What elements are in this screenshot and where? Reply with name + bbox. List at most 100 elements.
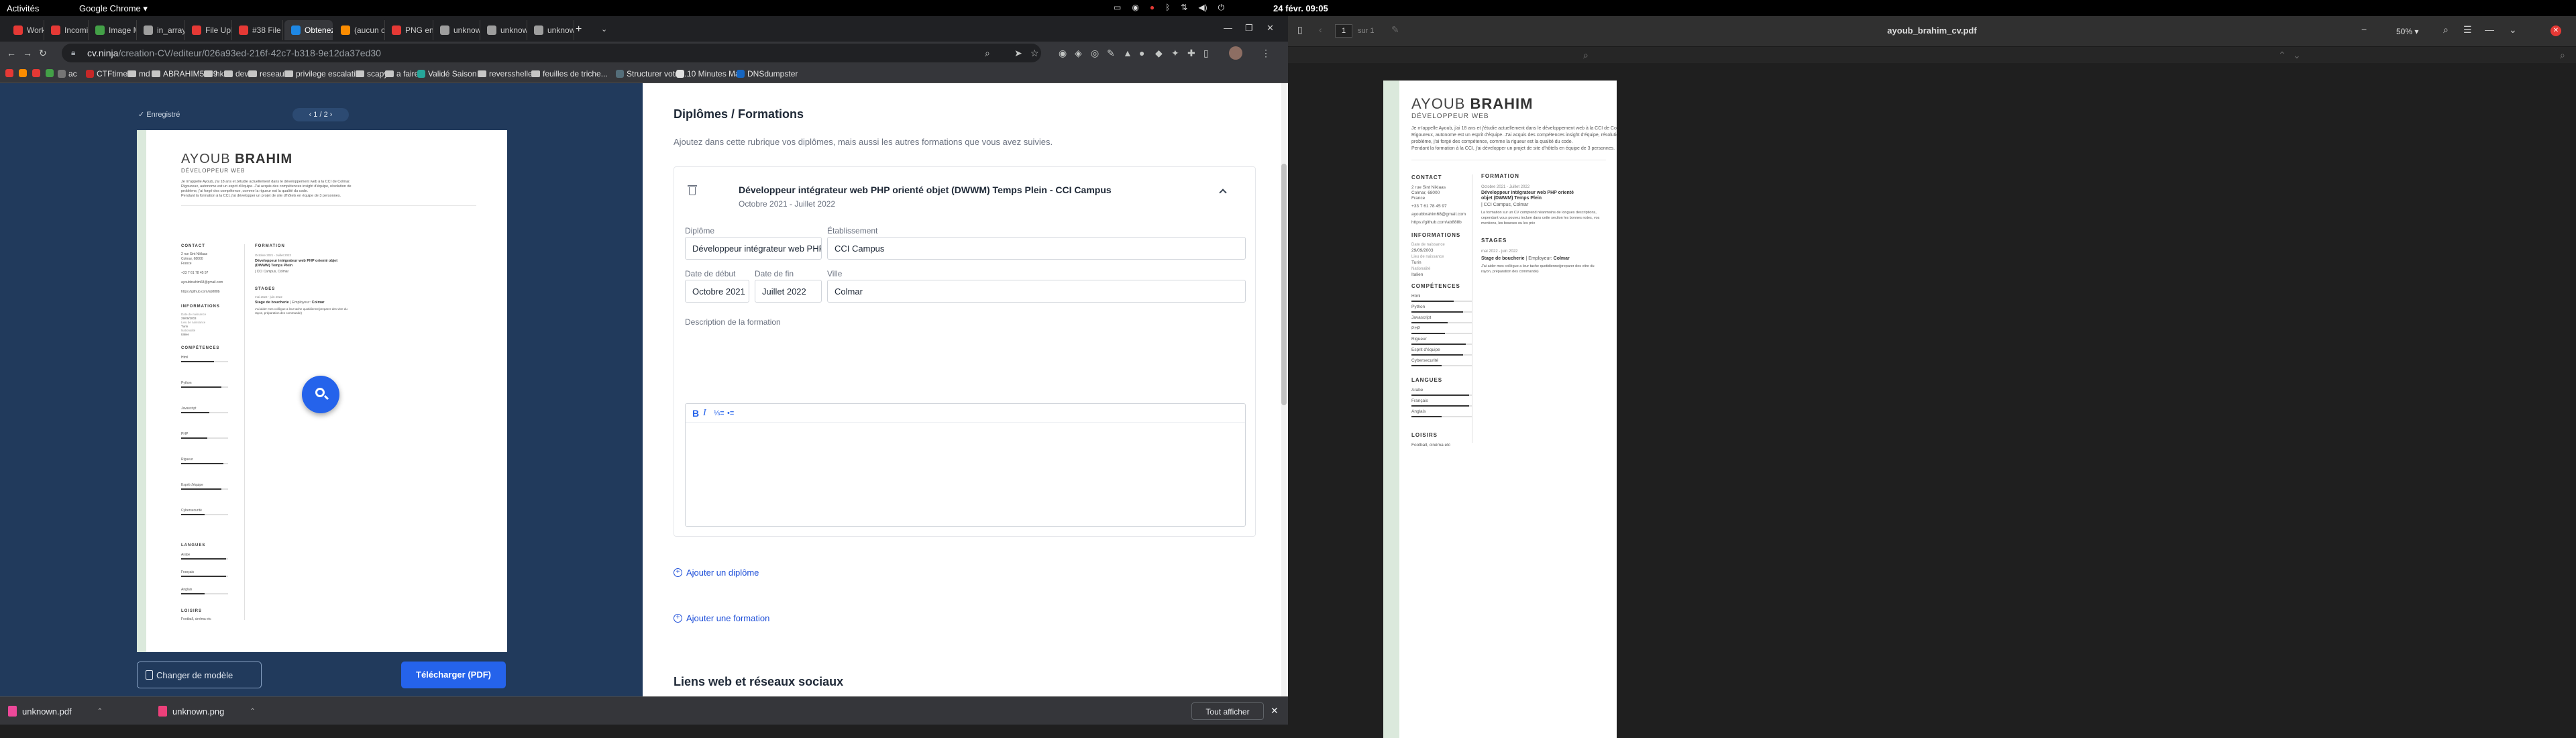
description-editor[interactable]: B I ⅓≡ •≡ xyxy=(685,403,1246,527)
add-training-link[interactable]: + Ajouter une formation xyxy=(674,613,769,623)
activities-button[interactable]: Activités xyxy=(7,3,39,13)
extension-icon[interactable]: ✎ xyxy=(1107,48,1115,59)
ordered-list-icon[interactable]: ⅓≡ xyxy=(714,409,724,417)
extension-icon[interactable]: ▲ xyxy=(1123,48,1132,58)
show-all-downloads-button[interactable]: Tout afficher xyxy=(1191,702,1264,720)
minimize-icon[interactable]: — xyxy=(1224,23,1232,33)
zoom-preview-button[interactable] xyxy=(302,376,339,413)
share-icon[interactable]: ➤ xyxy=(1014,48,1022,59)
tab-4[interactable]: File Upload xyxy=(185,20,232,40)
system-tray[interactable]: ▭ ◉ ● ᛒ ⇅ ◀) ⏻ xyxy=(1114,3,1224,13)
address-bar[interactable]: 🔒︎ cv.ninja/creation-CV/editeur/026a93ed… xyxy=(62,44,1041,62)
bookmark-item[interactable] xyxy=(19,69,27,77)
tab-0[interactable]: Working wi xyxy=(7,20,44,40)
bookmark-folder[interactable]: feuilles de triche... xyxy=(531,69,608,78)
tab-5[interactable]: #38 File Upl xyxy=(232,20,283,40)
bookmark-star-icon[interactable]: ☆ xyxy=(1030,48,1039,59)
search-icon[interactable]: ⌕ xyxy=(2443,24,2449,36)
sidebar-icon[interactable]: ▯ xyxy=(1203,48,1209,59)
page-pager[interactable]: ‹ 1 / 2 › xyxy=(292,108,349,121)
chevron-up-icon[interactable]: ⌃ xyxy=(97,708,103,715)
end-date-input[interactable]: Juillet 2022 xyxy=(755,280,822,303)
add-diploma-link[interactable]: + Ajouter un diplôme xyxy=(674,568,759,578)
reload-icon[interactable]: ↻ xyxy=(39,48,47,59)
extension-icon[interactable]: ◆ xyxy=(1155,48,1163,59)
clock[interactable]: 24 févr. 09:05 xyxy=(1273,3,1328,13)
search-icon[interactable]: ⌕ xyxy=(1583,50,1589,61)
extension-icon[interactable]: ◈ xyxy=(1075,48,1082,59)
tab-7[interactable]: (aucun obje xyxy=(334,20,385,40)
extension-icon[interactable]: ◎ xyxy=(1091,48,1099,59)
city-input[interactable]: Colmar xyxy=(827,280,1246,303)
close-icon[interactable]: ✕ xyxy=(1271,705,1279,717)
tab-2[interactable]: Image Manu xyxy=(89,20,137,40)
bookmark-item[interactable] xyxy=(5,69,13,77)
maximize-icon[interactable]: ⌄ xyxy=(2509,24,2517,36)
trash-icon[interactable] xyxy=(688,185,697,195)
tab-10[interactable]: unknown.pn xyxy=(480,20,527,40)
bookmark-item[interactable]: DNSdumpster xyxy=(737,69,798,78)
bookmark-item[interactable]: 10 Minutes Mail xyxy=(676,69,743,78)
download-item[interactable]: unknown.png ⌃ xyxy=(158,702,256,720)
cv-skill-name: Esprit d'équipe xyxy=(1411,348,1440,352)
maximize-icon[interactable]: ❐ xyxy=(1245,23,1253,34)
download-pdf-button[interactable]: Télécharger (PDF) xyxy=(401,662,506,688)
previous-match-icon[interactable]: ⌃ xyxy=(2278,50,2286,61)
bookmark-folder[interactable]: hk xyxy=(204,69,224,78)
italic-icon[interactable]: I xyxy=(703,408,706,419)
change-template-button[interactable]: Changer de modèle xyxy=(137,662,262,688)
app-menu[interactable]: Google Chrome ▾ xyxy=(79,3,148,14)
download-item[interactable]: unknown.pdf ⌃ xyxy=(8,702,103,720)
tab-11[interactable]: unknown.pn xyxy=(527,20,574,40)
avatar[interactable] xyxy=(1229,46,1242,60)
bookmark-folder[interactable]: reversshelle xyxy=(478,69,533,78)
bookmark-item[interactable] xyxy=(32,69,40,77)
close-window-icon[interactable]: ✕ xyxy=(2551,25,2561,36)
cv-skill-name: Esprit d'équipe xyxy=(181,483,203,487)
diploma-input[interactable]: Développeur intégrateur web PHP orienté … xyxy=(685,237,822,260)
options-icon[interactable]: ⌕ xyxy=(2560,50,2565,61)
bookmark-folder[interactable]: dev xyxy=(224,69,248,78)
chevron-up-icon[interactable] xyxy=(1219,189,1227,197)
tab-favicon-icon xyxy=(13,25,23,35)
bookmark-folder[interactable]: privilege escalati... xyxy=(284,69,362,78)
extension-icon[interactable]: ● xyxy=(1139,48,1144,58)
diploma-card-header[interactable]: Développeur intégrateur web PHP orienté … xyxy=(674,167,1256,215)
bookmark-folder[interactable]: scapy xyxy=(356,69,388,78)
back-icon[interactable]: ← xyxy=(7,48,16,58)
zoom-select[interactable]: 50% ▾ xyxy=(2385,24,2432,39)
close-window-icon[interactable]: ✕ xyxy=(1267,23,1274,34)
minimize-icon[interactable]: — xyxy=(2485,24,2494,35)
search-icon[interactable]: ⌕ xyxy=(985,48,990,59)
bookmark-folder[interactable]: CTFtime xyxy=(86,69,127,78)
bookmark-folder[interactable]: ac xyxy=(58,69,77,78)
zoom-out-icon[interactable]: − xyxy=(2361,24,2367,35)
bold-icon[interactable]: B xyxy=(692,408,699,419)
menu-icon[interactable]: ⋮ xyxy=(1261,48,1271,59)
tab-8[interactable]: PNG en PDF xyxy=(385,20,433,40)
bookmark-folder[interactable]: reseaux xyxy=(248,69,288,78)
bookmark-folder[interactable]: a faire xyxy=(385,69,419,78)
tab-3[interactable]: in_array php xyxy=(137,20,185,40)
tab-9[interactable]: unknown.pn xyxy=(433,20,480,40)
scrollbar[interactable] xyxy=(1281,83,1287,696)
extension-icon[interactable]: ✦ xyxy=(1171,48,1179,59)
bookmark-item[interactable] xyxy=(46,69,54,77)
bullet-list-icon[interactable]: •≡ xyxy=(727,409,734,417)
bookmark-folder[interactable]: md xyxy=(127,69,150,78)
start-date-input[interactable]: Octobre 2021 xyxy=(685,280,749,303)
scrollbar-thumb[interactable] xyxy=(1281,164,1287,405)
tab-search-icon[interactable]: ⌄ xyxy=(601,25,607,34)
tab-1[interactable]: IncomingRe xyxy=(44,20,89,40)
tab-6-active[interactable]: Obtenez vo✕ xyxy=(284,20,333,40)
cv-name: AYOUB BRAHIM xyxy=(1411,95,1534,113)
forward-icon[interactable]: → xyxy=(23,48,32,58)
school-input[interactable]: CCI Campus xyxy=(827,237,1246,260)
next-match-icon[interactable]: ⌄ xyxy=(2293,50,2301,61)
menu-icon[interactable]: ☰ xyxy=(2463,24,2472,36)
chevron-up-icon[interactable]: ⌃ xyxy=(250,708,255,715)
bookmark-folder[interactable]: Validé Saison 2 xyxy=(417,69,484,78)
new-tab-icon[interactable]: + xyxy=(576,23,582,36)
extension-icon[interactable]: ◉ xyxy=(1059,48,1067,59)
puzzle-icon[interactable]: ✚ xyxy=(1187,48,1195,59)
